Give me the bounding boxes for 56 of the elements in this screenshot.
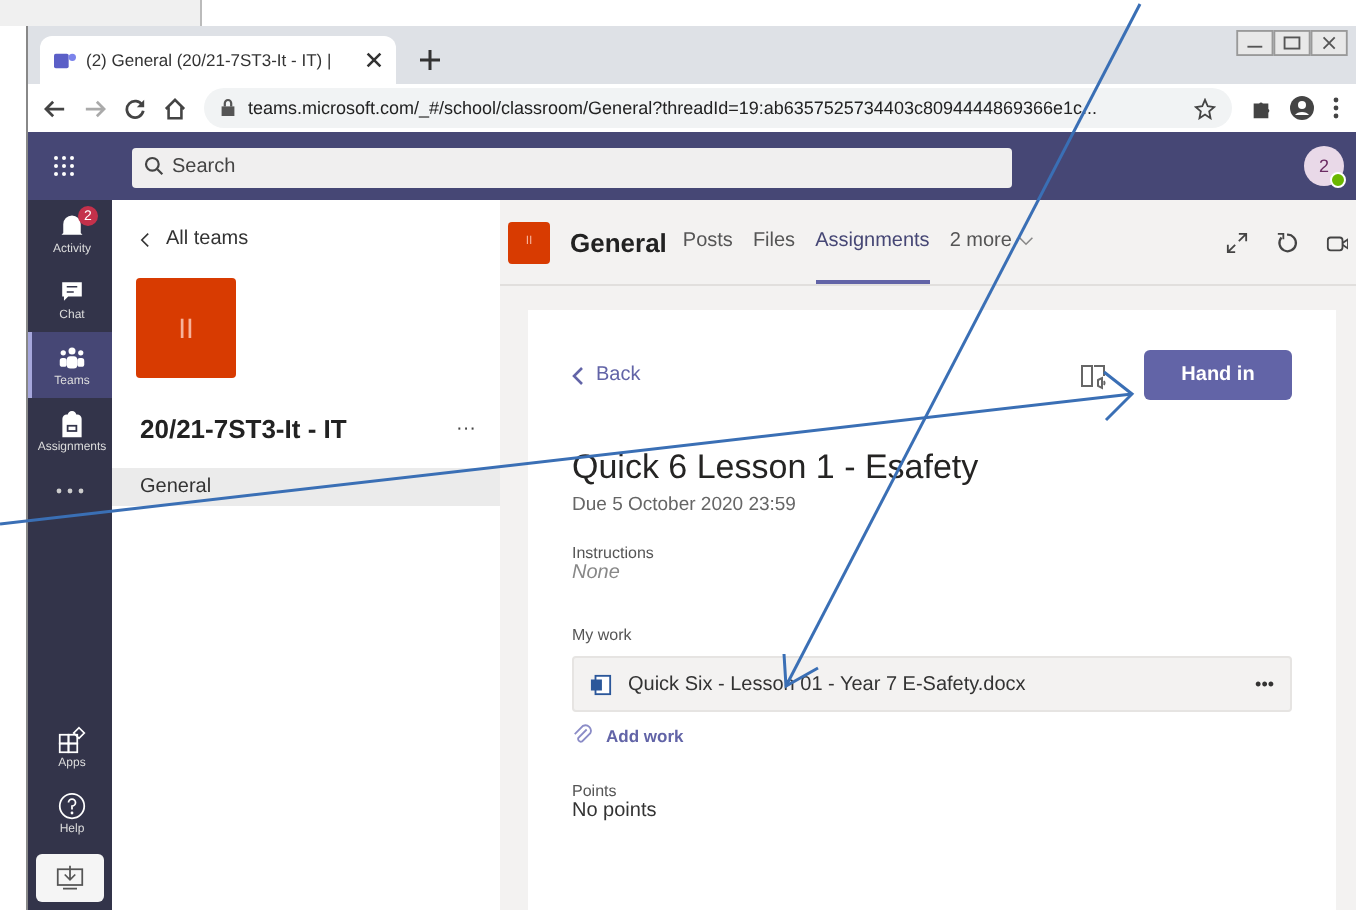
more-options-button[interactable]: ···: [456, 418, 476, 440]
browser-tab[interactable]: (2) General (20/21-7ST3-It - IT) |: [40, 36, 396, 84]
download-button[interactable]: [36, 854, 104, 902]
people-icon: [58, 344, 86, 372]
apps-icon: [58, 726, 86, 754]
search-icon: [144, 156, 164, 176]
download-icon: [56, 864, 84, 892]
all-teams-link[interactable]: All teams: [166, 228, 249, 250]
channel-tab[interactable]: Files: [752, 200, 796, 284]
back-icon[interactable]: [44, 97, 66, 119]
reload-icon[interactable]: [1276, 231, 1298, 253]
window-controls-drawing[interactable]: [1236, 30, 1348, 56]
tab-title: (2) General (20/21-7ST3-It - IT) |: [86, 50, 334, 70]
channel-item[interactable]: General: [112, 468, 500, 506]
reload-icon[interactable]: [124, 97, 146, 119]
more-icon[interactable]: [56, 488, 84, 494]
word-document-icon: [590, 673, 612, 695]
team-name: 20/21-7ST3-It - IT: [140, 414, 347, 444]
section-label: My work: [572, 626, 634, 644]
home-icon[interactable]: [164, 97, 186, 119]
section-label: Points: [572, 782, 619, 800]
channel-tab[interactable]: 2 more: [949, 200, 1034, 284]
points-value: No points: [572, 800, 659, 822]
immersive-reader-icon[interactable]: [1080, 361, 1108, 389]
add-work-link[interactable]: Add work: [572, 724, 1292, 746]
due-date: Due 5 October 2020 23:59: [572, 494, 798, 516]
star-icon[interactable]: [1194, 97, 1216, 119]
section-label: Instructions: [572, 544, 656, 562]
menu-icon[interactable]: [1332, 96, 1340, 120]
instructions-text: None: [572, 562, 622, 584]
chevron-down-icon: [1017, 235, 1034, 245]
more-options-button[interactable]: •••: [1255, 674, 1274, 694]
chat-icon: [58, 278, 86, 306]
lock-icon: [220, 98, 236, 118]
status-dot: [1330, 172, 1346, 188]
chevron-left-icon: [572, 365, 584, 385]
channel-name: General: [570, 227, 667, 257]
hand-in-button[interactable]: Hand in: [1144, 350, 1292, 400]
paperclip-icon: [572, 724, 594, 746]
team-tile: II: [136, 278, 236, 378]
close-icon[interactable]: [366, 52, 382, 68]
back-link[interactable]: Back: [596, 364, 641, 386]
channel-tab[interactable]: Assignments: [815, 200, 930, 284]
profile-icon[interactable]: [1290, 96, 1314, 120]
bell-icon: [58, 212, 86, 240]
expand-icon[interactable]: [1226, 231, 1248, 253]
avatar[interactable]: 2: [1304, 146, 1344, 186]
teams-icon: [54, 49, 76, 71]
search-field[interactable]: Search: [132, 147, 1012, 187]
video-icon[interactable]: [1326, 231, 1348, 253]
help-icon: [58, 792, 86, 820]
chevron-left-icon: [140, 231, 150, 247]
channel-tab[interactable]: Posts: [682, 200, 733, 284]
backpack-icon: [58, 410, 86, 438]
new-tab-icon[interactable]: [420, 50, 440, 70]
app-launcher-icon[interactable]: [52, 154, 76, 178]
